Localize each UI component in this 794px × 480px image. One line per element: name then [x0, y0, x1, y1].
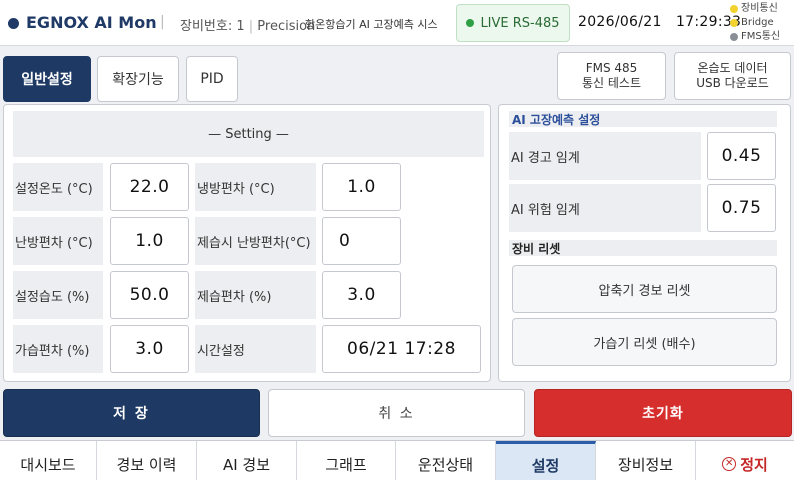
status-dot-icon: [730, 33, 738, 41]
live-status-badge: LIVE RS-485: [456, 4, 570, 42]
cancel-button[interactable]: 취 소: [268, 389, 525, 437]
tab-pid[interactable]: PID: [186, 56, 238, 102]
device-reset-title: 장비 리셋: [509, 240, 777, 256]
label-cooling-deviation: 냉방편차 (°C): [195, 163, 316, 211]
nav-device-info[interactable]: 장비정보: [596, 441, 696, 480]
label-dehum-deviation: 제습편차 (%): [195, 271, 316, 319]
nav-dashboard[interactable]: 대시보드: [0, 441, 97, 480]
device-info: 장비번호: 1 | Precision: [180, 19, 316, 34]
humidifier-reset-button[interactable]: 가습기 리셋 (배수): [512, 318, 777, 366]
factory-reset-button[interactable]: 초기화: [534, 389, 792, 437]
setting-header: — Setting —: [13, 111, 484, 157]
system-title: 항온항습기 AI 고장예측 시스: [305, 18, 438, 31]
status-dot-icon: [730, 5, 738, 13]
input-dehum-deviation[interactable]: 3.0: [322, 271, 401, 319]
save-button[interactable]: 저 장: [3, 389, 260, 437]
status-fms-comm: FMS통신: [730, 30, 780, 44]
status-dot-icon: [730, 19, 738, 27]
input-heating-deviation[interactable]: 1.0: [110, 217, 189, 265]
live-dot-icon: [466, 19, 475, 27]
live-label: LIVE RS-485: [480, 15, 560, 31]
nav-stop[interactable]: ✕ 정지: [696, 441, 794, 480]
input-dehum-heating-deviation[interactable]: 0: [322, 217, 401, 265]
device-number: 장비번호: 1: [180, 19, 245, 34]
datetime: 2026/06/21 17:29:33: [578, 14, 741, 30]
label-ai-danger-threshold: AI 위험 임계: [509, 184, 701, 232]
nav-graph[interactable]: 그래프: [297, 441, 396, 480]
input-ai-warning-threshold[interactable]: 0.45: [707, 132, 776, 180]
nav-ai-alarm[interactable]: AI 경보: [197, 441, 297, 480]
tab-general-settings[interactable]: 일반설정: [3, 56, 91, 102]
stop-icon: ✕: [722, 457, 737, 471]
label-time-setting: 시간설정: [195, 325, 316, 373]
nav-operation-status[interactable]: 운전상태: [396, 441, 496, 480]
date-text: 2026/06/21: [578, 14, 662, 30]
label-set-temperature: 설정온도 (°C): [13, 163, 103, 211]
input-hum-deviation[interactable]: 3.0: [110, 325, 189, 373]
bottom-nav: 대시보드 경보 이력 AI 경보 그래프 운전상태 설정 장비정보 ✕ 정지: [0, 440, 794, 480]
status-bridge: Bridge: [730, 16, 780, 30]
input-ai-danger-threshold[interactable]: 0.75: [707, 184, 776, 232]
nav-settings[interactable]: 설정: [496, 441, 596, 480]
tab-extended-features[interactable]: 확장기능: [97, 56, 179, 102]
input-cooling-deviation[interactable]: 1.0: [322, 163, 401, 211]
input-set-temperature[interactable]: 22.0: [110, 163, 189, 211]
brand-title: EGNOX AI Mon: [26, 13, 157, 32]
usb-download-button[interactable]: 온습도 데이터 USB 다운로드: [674, 52, 791, 100]
label-hum-deviation: 가습편차 (%): [13, 325, 103, 373]
input-time-setting[interactable]: 06/21 17:28: [322, 325, 481, 373]
compressor-alarm-reset-button[interactable]: 압축기 경보 리셋: [512, 265, 777, 313]
label-heating-deviation: 난방편차 (°C): [13, 217, 103, 265]
label-ai-warning-threshold: AI 경고 임계: [509, 132, 701, 180]
brand-dot-icon: [8, 18, 19, 29]
status-device-comm: 장비통신: [730, 2, 780, 16]
nav-alarm-history[interactable]: 경보 이력: [97, 441, 197, 480]
input-set-humidity[interactable]: 50.0: [110, 271, 189, 319]
comm-status-list: 장비통신 Bridge FMS통신: [730, 2, 780, 44]
separator: |: [160, 14, 165, 30]
header-bar: EGNOX AI Mon | 장비번호: 1 | Precision 항온항습기…: [0, 0, 794, 46]
ai-section-title: AI 고장예측 설정: [509, 111, 777, 127]
label-dehum-heating-deviation: 제습시 난방편차(°C): [195, 217, 316, 265]
fms-485-test-button[interactable]: FMS 485 통신 테스트: [557, 52, 666, 100]
label-set-humidity: 설정습도 (%): [13, 271, 103, 319]
